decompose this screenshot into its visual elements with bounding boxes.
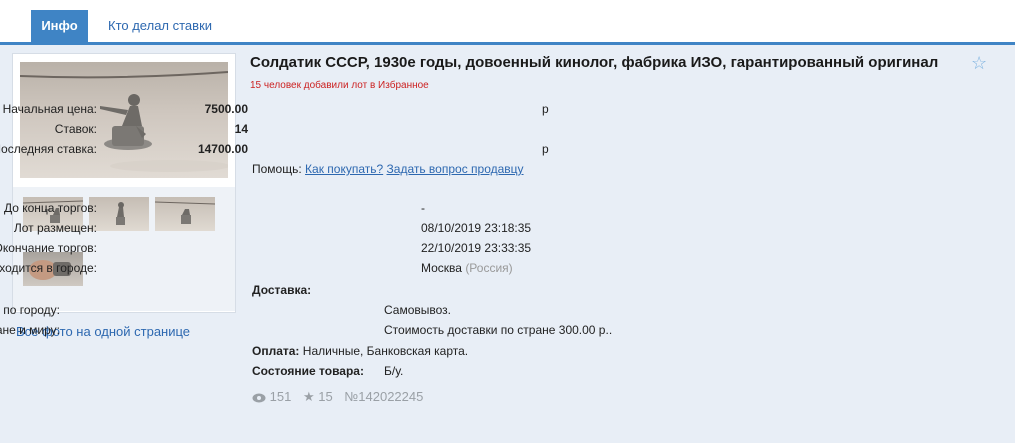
- ends-in-label: До конца торгов:: [3, 201, 97, 215]
- delivery-country-row: по стране и миру: Стоимость доставки по …: [0, 321, 700, 339]
- end-time-row: Окончание торгов: 22/10/2019 23:33:35: [0, 239, 700, 257]
- last-bid-value: 14700.00: [197, 142, 248, 156]
- payment-label: Оплата:: [252, 344, 300, 358]
- delivery-country-value: Стоимость доставки по стране 300.00 р..: [384, 323, 613, 337]
- delivery-title: Доставка:: [252, 283, 312, 297]
- country-value: (Россия): [465, 261, 513, 275]
- start-price-value: 7500.00: [204, 102, 248, 116]
- tab-bar: Инфо Кто делал ставки: [0, 0, 1015, 45]
- favorites-count: 15: [318, 389, 333, 404]
- posted-label: Лот размещен:: [13, 221, 97, 235]
- views-count: 151: [269, 389, 292, 404]
- lot-panel: Все фото на одной странице Солдатик СССР…: [0, 45, 1015, 443]
- star-count-icon: ★: [302, 389, 315, 404]
- delivery-city-value: Самовывоз.: [384, 303, 452, 317]
- help-label: Помощь:: [252, 162, 302, 176]
- tab-bidders[interactable]: Кто делал ставки: [108, 10, 212, 42]
- bids-row: Ставок: 14: [0, 120, 700, 138]
- lot-title: Солдатик СССР, 1930е годы, довоенный кин…: [250, 54, 939, 71]
- payment-value: Наличные, Банковская карта.: [302, 344, 469, 358]
- city-row: Лот находится в городе: Москва (Россия): [0, 259, 700, 277]
- condition-row: Состояние товара: Б/у.: [252, 362, 952, 380]
- end-time-label: Окончание торгов:: [0, 241, 97, 255]
- ends-in-row: До конца торгов: -: [0, 199, 700, 217]
- payment-row: Оплата: Наличные, Банковская карта.: [252, 342, 952, 360]
- favorite-star-icon[interactable]: ☆: [971, 53, 987, 74]
- start-price-label: Начальная цена:: [2, 102, 97, 116]
- help-row: Помощь: Как покупать? Задать вопрос прод…: [252, 160, 952, 178]
- last-bid-row: Последняя ставка: 14700.00 р: [0, 140, 700, 158]
- bids-value: 14: [234, 122, 248, 136]
- ends-in-value: -: [421, 201, 425, 215]
- posted-row: Лот размещен: 08/10/2019 23:18:35: [0, 219, 700, 237]
- how-to-buy-link[interactable]: Как покупать?: [305, 162, 383, 176]
- condition-value: Б/у.: [384, 364, 404, 378]
- last-bid-currency: р: [542, 142, 549, 156]
- delivery-city-row: по городу: Самовывоз.: [0, 301, 700, 319]
- delivery-country-label: по стране и миру:: [0, 323, 60, 337]
- ask-seller-link[interactable]: Задать вопрос продавцу: [387, 162, 524, 176]
- favorites-note: 15 человек добавили лот в Избранное: [250, 80, 429, 91]
- tab-info[interactable]: Инфо: [31, 10, 88, 42]
- start-price-row: Начальная цена: 7500.00 р: [0, 100, 700, 118]
- lot-number: №142022245: [344, 389, 424, 404]
- last-bid-label: Последняя ставка:: [0, 142, 97, 156]
- end-time-value: 22/10/2019 23:33:35: [421, 241, 532, 255]
- start-price-currency: р: [542, 102, 549, 116]
- delivery-city-label: по городу:: [3, 303, 60, 317]
- condition-label: Состояние товара:: [252, 364, 364, 378]
- bids-label: Ставок:: [54, 122, 97, 136]
- city-value: Москва: [421, 261, 462, 275]
- eye-icon: [252, 389, 270, 404]
- city-value-wrap: Москва (Россия): [421, 259, 513, 277]
- city-label: Лот находится в городе:: [0, 261, 97, 275]
- lot-stats: 151 ★ 15 №142022245: [252, 389, 423, 405]
- posted-value: 08/10/2019 23:18:35: [421, 221, 532, 235]
